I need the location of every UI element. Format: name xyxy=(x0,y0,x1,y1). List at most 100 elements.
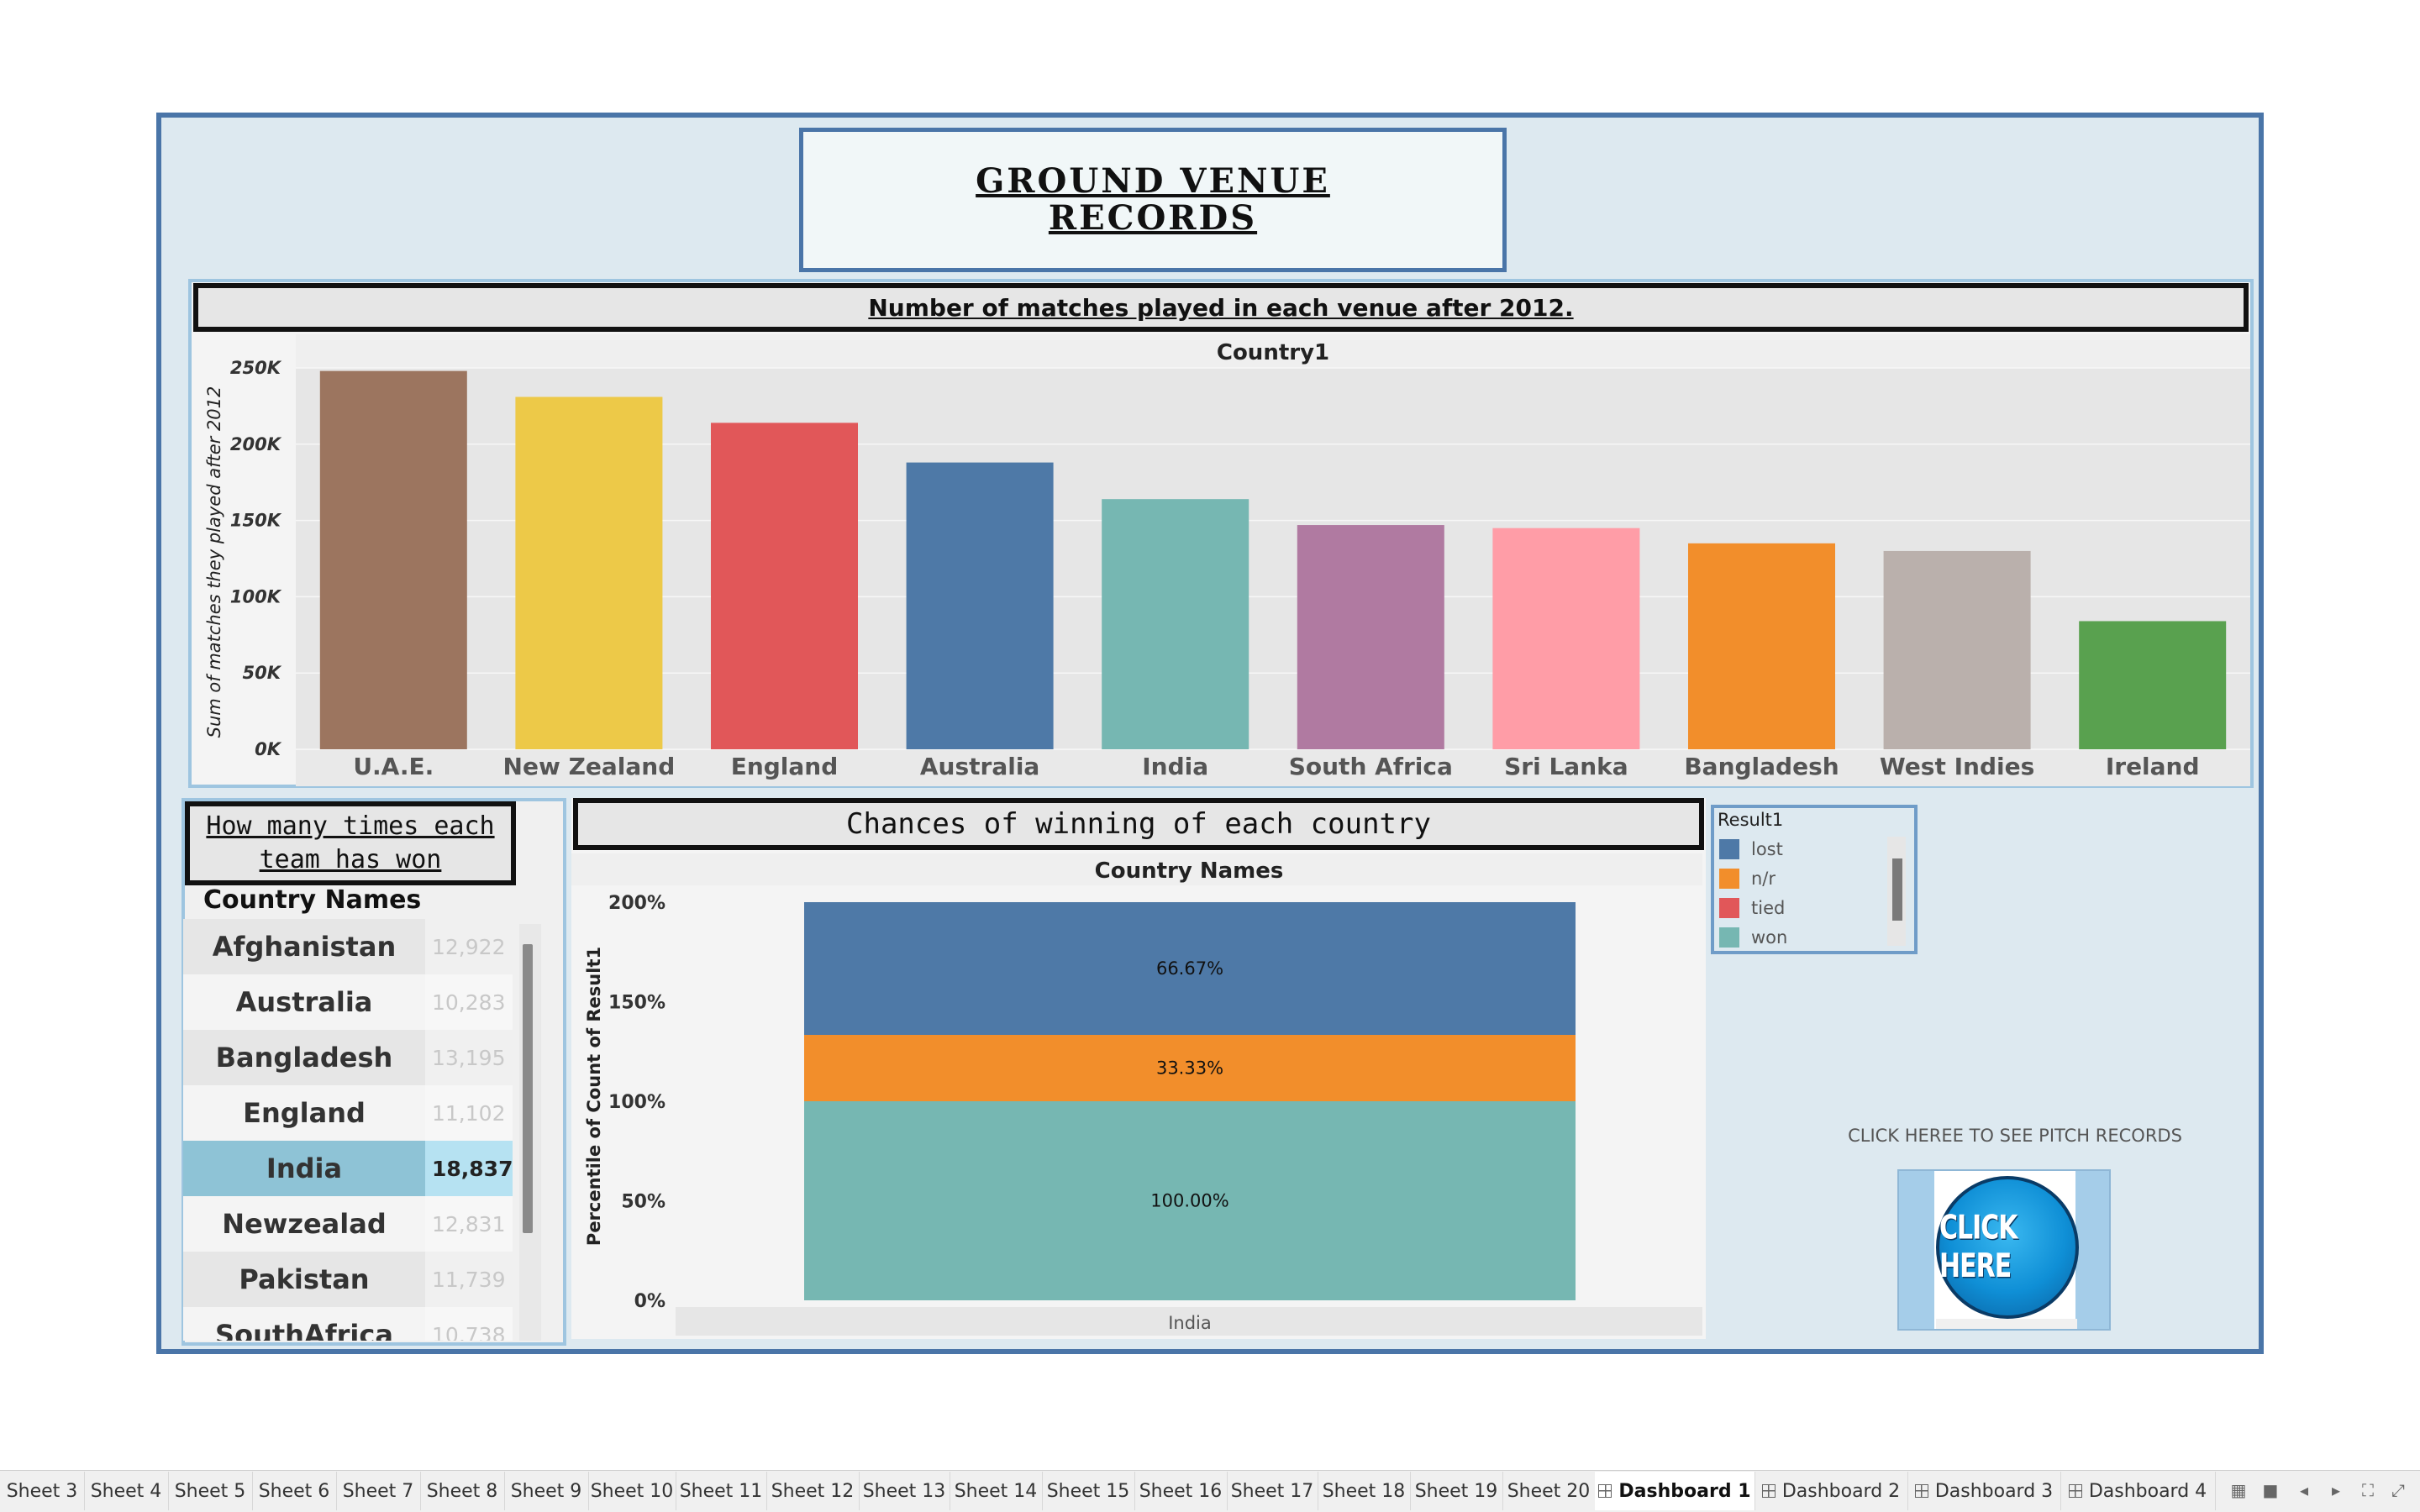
dashboard-icon xyxy=(2068,1484,2082,1498)
click-here-label: CLICK HERE xyxy=(1939,1209,2018,1286)
tab-dashboard-3[interactable]: Dashboard 3 xyxy=(1907,1472,2061,1510)
legend-item-nr[interactable]: n/r xyxy=(1719,866,1776,891)
stack-ytick-label: 150% xyxy=(608,993,666,1014)
bar-chart[interactable]: Country1 0K 50K 100K 150K 200K 250K Sum of matc… xyxy=(192,334,2250,786)
country-name: Pakistan xyxy=(183,1252,425,1307)
country-wins-list[interactable]: Afghanistan 12,922 Australia 10,283 Banglade… xyxy=(183,919,513,1341)
filmstrip-view-icon[interactable]: ■ xyxy=(2260,1480,2281,1500)
bar-new-zealand[interactable] xyxy=(515,396,663,749)
list-item[interactable]: Pakistan 11,739 xyxy=(183,1252,513,1307)
win-count: 12,831 xyxy=(425,1196,513,1252)
bar-xtick-label: Australia xyxy=(920,753,1039,780)
list-item[interactable]: Bangladesh 13,195 xyxy=(183,1030,513,1085)
title-box: GROUND VENUE RECORDS xyxy=(799,128,1507,272)
bar-south-africa[interactable] xyxy=(1297,525,1444,749)
bar-u-a-e-[interactable] xyxy=(319,370,467,749)
click-here-badge[interactable]: CLICK HERE xyxy=(1936,1176,2079,1319)
wins-question-header: How many times each team has won xyxy=(185,801,516,885)
tab-sheet-3[interactable]: Sheet 3 xyxy=(0,1472,85,1510)
stack-segment-label: 33.33% xyxy=(1156,1058,1223,1079)
bar-sri-lanka[interactable] xyxy=(1492,528,1640,749)
legend-item-tied[interactable]: tied xyxy=(1719,895,1785,921)
tab-label: Sheet 15 xyxy=(1046,1480,1130,1502)
grid-view-icon[interactable]: ▦ xyxy=(2228,1480,2249,1500)
tab-dashboard-2[interactable]: Dashboard 2 xyxy=(1754,1472,1908,1510)
bar-india[interactable] xyxy=(1102,499,1249,749)
tab-sheet-8[interactable]: Sheet 8 xyxy=(420,1472,505,1510)
pitch-records-caption: CLICK HEREE TO SEE PITCH RECORDS xyxy=(1848,1126,2182,1146)
list-scrollbar-thumb[interactable] xyxy=(523,944,533,1233)
legend-scrollbar-thumb[interactable] xyxy=(1892,858,1902,921)
dashboard-icon xyxy=(1761,1484,1776,1498)
fit-view-icon[interactable]: ⛶ xyxy=(2358,1480,2378,1500)
bar-ytick-label: 100K xyxy=(230,586,282,606)
tab-sheet-19[interactable]: Sheet 19 xyxy=(1410,1472,1503,1510)
tab-label: Sheet 10 xyxy=(590,1480,674,1502)
tab-sheet-10[interactable]: Sheet 10 xyxy=(588,1472,676,1510)
bar-ytick-label: 200K xyxy=(230,434,282,454)
country-name: Bangladesh xyxy=(183,1030,425,1085)
bar-xtick-label: West Indies xyxy=(1880,753,2034,780)
bar-chart-title: Country1 xyxy=(1217,340,1329,365)
bar-xtick-label: Ireland xyxy=(2106,753,2200,780)
tab-sheet-6[interactable]: Sheet 6 xyxy=(252,1472,337,1510)
tab-sheet-4[interactable]: Sheet 4 xyxy=(84,1472,169,1510)
list-item[interactable]: England 11,102 xyxy=(183,1085,513,1141)
tab-sheet-17[interactable]: Sheet 17 xyxy=(1227,1472,1318,1510)
tab-sheet-12[interactable]: Sheet 12 xyxy=(766,1472,860,1510)
bar-ireland[interactable] xyxy=(2079,621,2227,749)
list-item[interactable]: SouthAfrica 10,738 xyxy=(183,1307,513,1341)
bar-australia[interactable] xyxy=(906,462,1054,749)
legend-label: lost xyxy=(1751,839,1783,859)
tab-label: Sheet 4 xyxy=(90,1480,162,1502)
country-name: England xyxy=(183,1085,425,1141)
stack-ytick-label: 0% xyxy=(634,1291,666,1312)
list-item[interactable]: Australia 10,283 xyxy=(183,974,513,1030)
tab-sheet-7[interactable]: Sheet 7 xyxy=(336,1472,421,1510)
tab-sheet-9[interactable]: Sheet 9 xyxy=(504,1472,589,1510)
tab-label: Dashboard 2 xyxy=(1781,1480,1901,1502)
tab-label: Dashboard 3 xyxy=(1934,1480,2054,1502)
list-item[interactable]: Newzealad 12,831 xyxy=(183,1196,513,1252)
win-count: 11,739 xyxy=(425,1252,513,1307)
win-count: 11,102 xyxy=(425,1085,513,1141)
stack-segment-label: 66.67% xyxy=(1156,958,1223,979)
tab-dashboard-4[interactable]: Dashboard 4 xyxy=(2060,1472,2216,1510)
stack-xtick-label: India xyxy=(1168,1313,1212,1333)
tab-dashboard-1[interactable]: Dashboard 1 xyxy=(1595,1472,1755,1510)
tab-label: Sheet 13 xyxy=(862,1480,946,1502)
click-here-button[interactable]: CLICK HERE xyxy=(1897,1169,2111,1331)
win-chance-chart[interactable]: Country Names 0% 50% 100% 150% 200% Percentile… xyxy=(571,853,1706,1339)
bar-bangladesh[interactable] xyxy=(1688,543,1835,749)
click-here-footer xyxy=(1936,1319,2077,1329)
stack-ytick-label: 50% xyxy=(621,1192,666,1213)
win-count: 12,922 xyxy=(425,919,513,974)
bar-xtick-label: Sri Lanka xyxy=(1504,753,1628,780)
bar-west-indies[interactable] xyxy=(1883,550,2031,749)
tab-sheet-5[interactable]: Sheet 5 xyxy=(168,1472,253,1510)
tab-label: Sheet 6 xyxy=(258,1480,330,1502)
list-item[interactable]: India 18,837 xyxy=(183,1141,513,1196)
tab-sheet-15[interactable]: Sheet 15 xyxy=(1042,1472,1135,1510)
next-sheet-icon[interactable]: ▸ xyxy=(2326,1480,2346,1500)
tab-sheet-20[interactable]: Sheet 20 xyxy=(1502,1472,1596,1510)
list-item[interactable]: Afghanistan 12,922 xyxy=(183,919,513,974)
tab-sheet-18[interactable]: Sheet 18 xyxy=(1318,1472,1411,1510)
bar-england[interactable] xyxy=(711,423,858,749)
tab-label: Sheet 19 xyxy=(1414,1480,1498,1502)
bar-xtick-label: England xyxy=(731,753,839,780)
tab-sheet-13[interactable]: Sheet 13 xyxy=(859,1472,950,1510)
win-count: 10,738 xyxy=(425,1307,513,1341)
fullscreen-icon[interactable]: ⤢ xyxy=(2388,1480,2408,1500)
bar-xtick-label: U.A.E. xyxy=(353,753,434,780)
country-name: Afghanistan xyxy=(183,919,425,974)
tab-sheet-11[interactable]: Sheet 11 xyxy=(676,1472,767,1510)
country-name: Newzealad xyxy=(183,1196,425,1252)
prev-sheet-icon[interactable]: ◂ xyxy=(2294,1480,2314,1500)
tab-label: Sheet 14 xyxy=(954,1480,1038,1502)
tab-sheet-16[interactable]: Sheet 16 xyxy=(1134,1472,1228,1510)
legend-item-lost[interactable]: lost xyxy=(1719,837,1783,862)
tab-sheet-14[interactable]: Sheet 14 xyxy=(950,1472,1043,1510)
legend-item-won[interactable]: won xyxy=(1719,925,1787,950)
dashboard-title: GROUND VENUE RECORDS xyxy=(976,161,1330,238)
